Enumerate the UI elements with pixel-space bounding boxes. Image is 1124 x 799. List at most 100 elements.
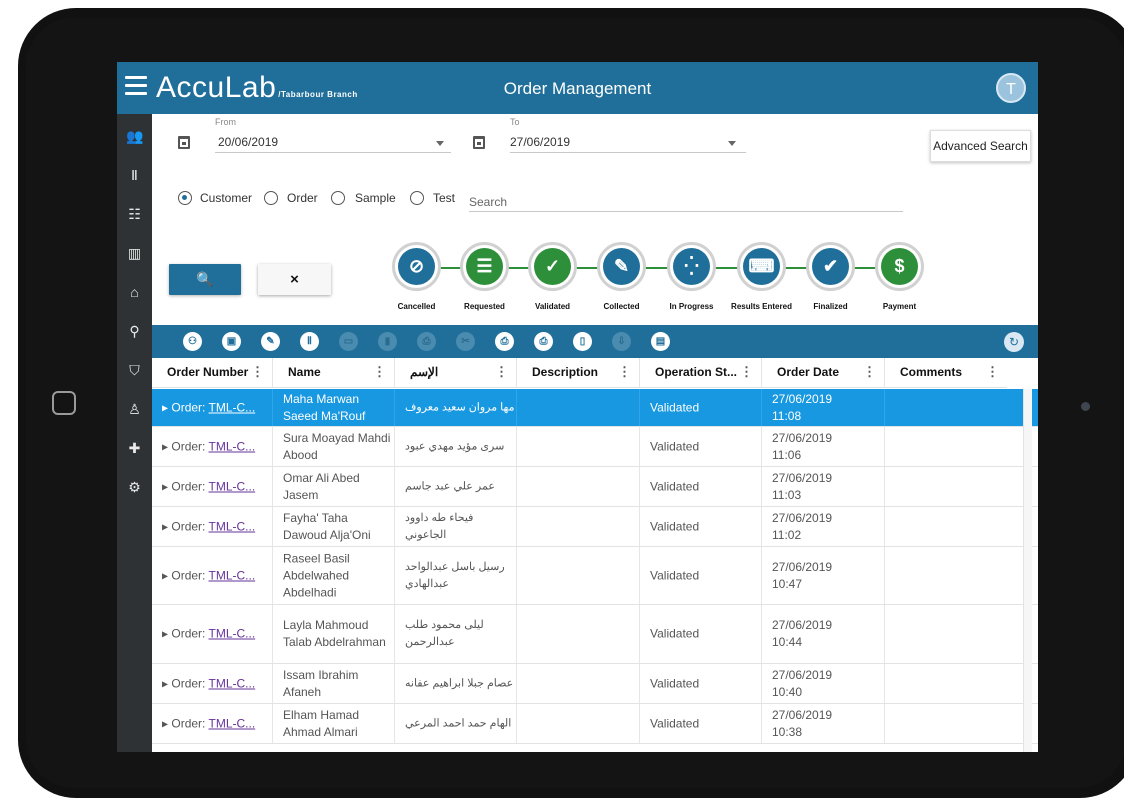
tubes-icon[interactable]: Ⅱ (126, 167, 143, 184)
file-icon[interactable]: ▤ (651, 332, 670, 351)
order-link[interactable]: TML-C... (209, 568, 256, 582)
radio-test-label[interactable]: Test (433, 191, 455, 205)
user-avatar[interactable]: T (996, 73, 1026, 103)
column-operation-status[interactable]: Operation St... ⋮ (640, 358, 762, 388)
chart-icon[interactable]: ▥ (126, 245, 143, 262)
more-vertical-icon[interactable]: ⋮ (863, 364, 876, 380)
column-name[interactable]: Name ⋮ (273, 358, 395, 388)
print-disabled-icon[interactable]: ⎙ (417, 332, 436, 351)
radio-sample[interactable] (331, 191, 345, 205)
order-link[interactable]: TML-C... (209, 519, 256, 533)
gear-icon[interactable]: ⚙ (126, 479, 143, 496)
medkit-icon[interactable]: ✚ (126, 440, 143, 457)
doctor-icon[interactable]: ♙ (126, 401, 143, 418)
from-date-input[interactable]: 20/06/2019 (218, 135, 278, 149)
microscope-icon[interactable]: ⚲ (126, 323, 143, 340)
order-link[interactable]: TML-C... (209, 479, 256, 493)
status-payment-button[interactable]: $ (875, 242, 924, 291)
calendar-icon[interactable] (178, 136, 190, 149)
search-button[interactable]: 🔍 (169, 264, 241, 295)
to-underline (510, 152, 746, 153)
radio-order[interactable] (264, 191, 278, 205)
clipboard-icon[interactable]: ▣ (222, 332, 241, 351)
search-input[interactable]: Search (469, 195, 507, 209)
delete-icon[interactable]: ▮ (378, 332, 397, 351)
bank-icon[interactable]: ⌂ (126, 284, 143, 301)
column-description[interactable]: Description ⋮ (517, 358, 640, 388)
status-cancelled-button[interactable]: ⊘ (392, 242, 441, 291)
order-link[interactable]: TML-C... (209, 716, 256, 730)
table-scrollbar[interactable] (1023, 389, 1032, 752)
more-vertical-icon[interactable]: ⋮ (251, 364, 264, 380)
order-link[interactable]: TML-C... (209, 627, 256, 641)
radio-sample-label[interactable]: Sample (355, 191, 396, 205)
table-row[interactable]: ▸ Order: TML-C... Omar Ali Abed Jasem عم… (152, 467, 1038, 507)
advanced-search-button[interactable]: Advanced Search (930, 130, 1031, 162)
column-header-label: Name (288, 365, 321, 379)
document-icon[interactable]: ▯ (573, 332, 592, 351)
table-row[interactable]: ▸ Order: TML-C... Maha Marwan Saeed Ma'R… (152, 389, 1038, 427)
more-vertical-icon[interactable]: ⋮ (373, 364, 386, 380)
description-cell (517, 704, 640, 743)
card-icon[interactable]: ▭ (339, 332, 358, 351)
comments-cell (885, 467, 1007, 506)
refresh-icon[interactable]: ↻ (1004, 332, 1024, 352)
table-row[interactable]: ▸ Order: TML-C... Issam Ibrahim Afaneh ع… (152, 664, 1038, 704)
order-date-cell: 27/06/2019 11:08 (762, 389, 885, 426)
download-icon[interactable]: ⇩ (612, 332, 631, 351)
wrench-icon[interactable]: ✂ (456, 332, 475, 351)
print-icon[interactable]: ⎙ (495, 332, 514, 351)
radio-test[interactable] (410, 191, 424, 205)
table-row[interactable]: ▸ Order: TML-C... Sura Moayad Mahdi Aboo… (152, 427, 1038, 467)
to-date-input[interactable]: 27/06/2019 (510, 135, 570, 149)
status-results-entered-button[interactable]: ⌨ (737, 242, 786, 291)
radio-customer[interactable] (178, 191, 192, 205)
radio-order-label[interactable]: Order (287, 191, 318, 205)
order-date-cell: 27/06/2019 10:40 (762, 664, 885, 703)
status-in-progress-button[interactable]: ⁛ (667, 242, 716, 291)
arabic-name: ليلى محمود طلب عبدالرحمن (405, 619, 484, 648)
calendar-icon[interactable] (473, 136, 485, 149)
more-vertical-icon[interactable]: ⋮ (495, 364, 508, 380)
status-validated-button[interactable]: ✓ (528, 242, 577, 291)
column-header-label: Order Date (777, 365, 840, 379)
radio-customer-label[interactable]: Customer (200, 191, 252, 205)
shield-icon[interactable]: ⛉ (126, 362, 143, 379)
status-finalized-button[interactable]: ✔ (806, 242, 855, 291)
customer-name: Maha Marwan Saeed Ma'Rouf (283, 391, 366, 423)
print-alt-icon[interactable]: ⎙ (534, 332, 553, 351)
table-row[interactable]: ▸ Order: TML-C... Layla Mahmoud Talab Ab… (152, 605, 1038, 664)
status-requested-button[interactable]: ☰ (460, 242, 509, 291)
order-time: 11:03 (772, 487, 802, 502)
home-button[interactable] (52, 391, 76, 415)
column-order-number[interactable]: Order Number ⋮ (152, 358, 273, 388)
users-icon[interactable]: 👥 (126, 128, 143, 145)
from-dropdown-icon[interactable] (436, 141, 444, 146)
edit-icon[interactable]: ✎ (261, 332, 280, 351)
hierarchy-icon[interactable]: ⚇ (183, 332, 202, 351)
name-cell: Elham Hamad Ahmad Almari (273, 704, 395, 743)
order-link[interactable]: TML-C... (209, 400, 256, 414)
name-cell: Issam Ibrahim Afaneh (273, 664, 395, 703)
more-vertical-icon[interactable]: ⋮ (618, 364, 631, 380)
column-comments[interactable]: Comments ⋮ (885, 358, 1007, 388)
to-dropdown-icon[interactable] (728, 141, 736, 146)
table-row[interactable]: ▸ Order: TML-C... Elham Hamad Ahmad Alma… (152, 704, 1038, 744)
list-icon[interactable]: ☷ (126, 206, 143, 223)
clear-button[interactable]: × (258, 264, 331, 295)
table-row[interactable]: ▸ Order: TML-C... Fayha' Taha Dawoud Alj… (152, 507, 1038, 547)
order-prefix: Order: (171, 626, 206, 641)
arabic-name: عصام جبلا ابراهيم عفانه (405, 677, 514, 689)
status-collected-button[interactable]: ✎ (597, 242, 646, 291)
order-link[interactable]: TML-C... (209, 439, 256, 453)
tubes-icon[interactable]: Ⅱ (300, 332, 319, 351)
operation-status: Validated (650, 568, 700, 582)
column-order-date[interactable]: Order Date ⋮ (762, 358, 885, 388)
table-row[interactable]: ▸ Order: TML-C... Raseel Basil Abdelwahe… (152, 547, 1038, 605)
more-vertical-icon[interactable]: ⋮ (986, 364, 999, 380)
order-date: 27/06/2019 (772, 470, 833, 485)
order-link[interactable]: TML-C... (209, 676, 256, 690)
description-cell (517, 467, 640, 506)
column-arabic-name[interactable]: الإسم ⋮ (395, 358, 517, 388)
more-vertical-icon[interactable]: ⋮ (740, 364, 753, 380)
